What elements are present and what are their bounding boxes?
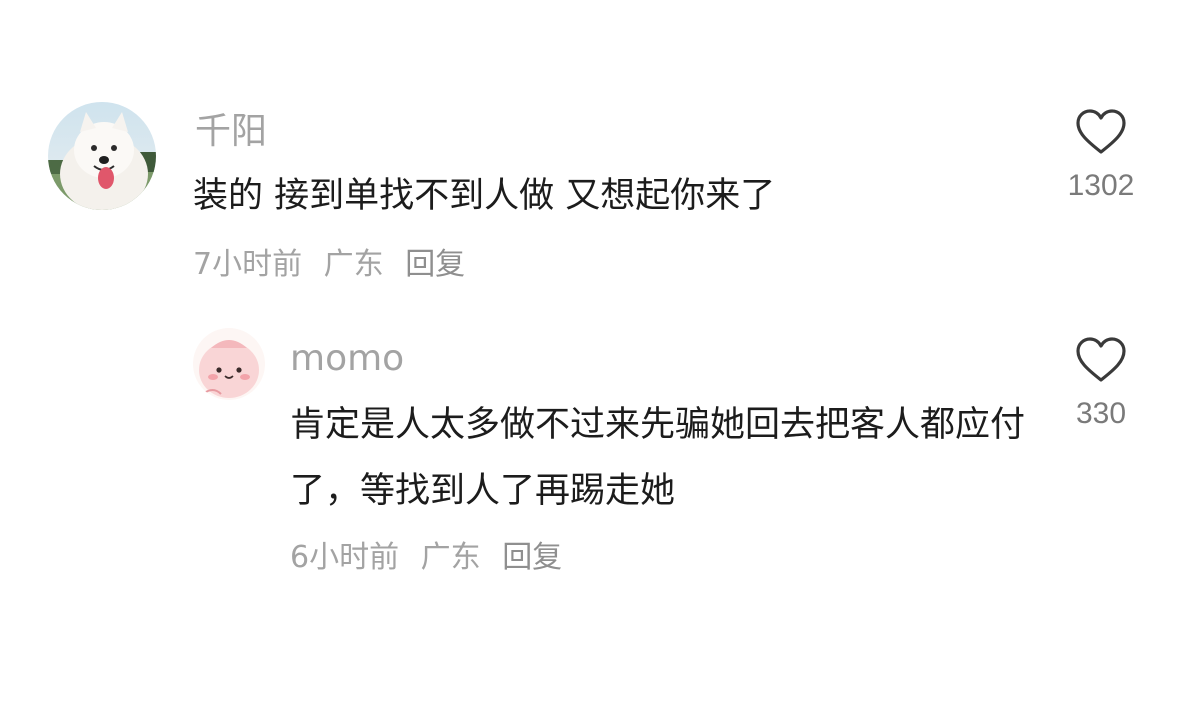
comment-meta: 7小时前 广东 回复	[193, 245, 477, 285]
comment-content: 装的 接到单找不到人做 又想起你来了	[193, 176, 776, 216]
comment-username[interactable]: 千阳	[195, 110, 267, 154]
like-count: 330	[1075, 397, 1127, 430]
comment-username[interactable]: momo	[290, 337, 404, 381]
like-button[interactable]: 330	[1046, 336, 1156, 432]
avatar[interactable]	[193, 328, 265, 400]
reply-button[interactable]: 回复	[502, 540, 562, 575]
pink-cartoon-avatar-icon	[193, 328, 265, 400]
comment-time: 6小时前	[290, 540, 400, 575]
heart-outline-icon	[1076, 109, 1126, 154]
reply-button[interactable]: 回复	[405, 247, 465, 282]
comment-meta: 6小时前 广东 回复	[290, 538, 574, 578]
heart-outline-icon	[1076, 337, 1126, 382]
comment-location: 广东	[323, 247, 384, 282]
comment-location: 广东	[420, 540, 481, 575]
like-count: 1302	[1067, 169, 1135, 202]
avatar[interactable]	[48, 102, 156, 210]
samoyed-dog-avatar-icon	[48, 102, 156, 210]
comment-content: 肯定是人太多做不过来先骗她回去把客人都应付了，等找到人了再踢走她	[290, 405, 1026, 511]
comment-time: 7小时前	[193, 247, 303, 282]
like-button[interactable]: 1302	[1046, 108, 1156, 204]
